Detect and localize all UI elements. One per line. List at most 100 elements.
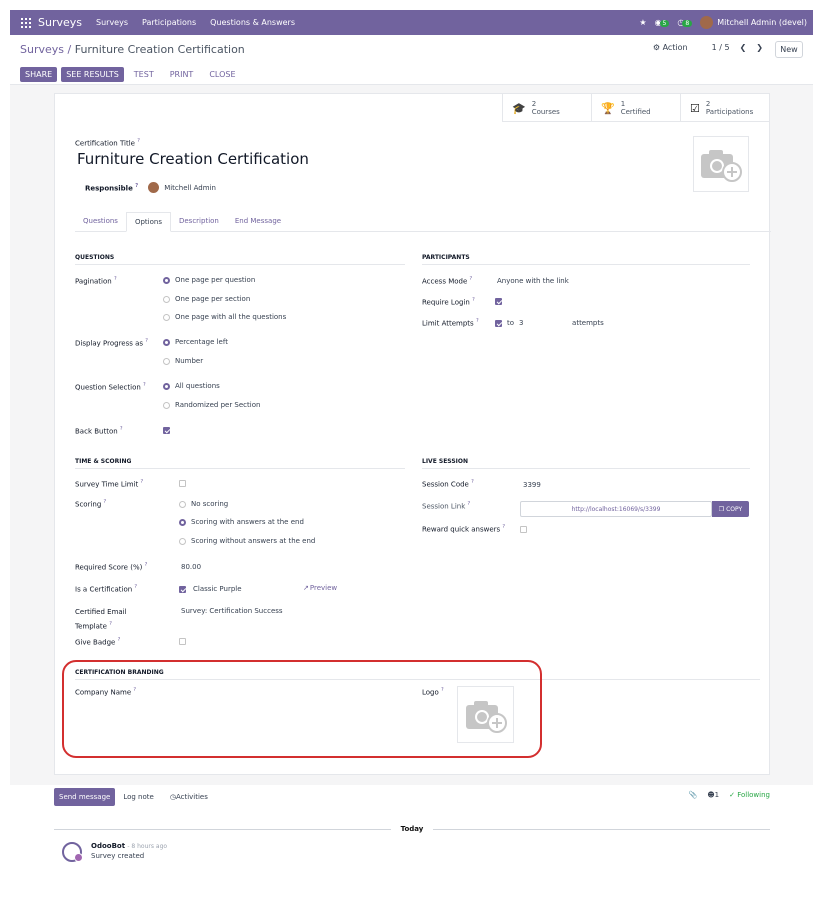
odoobot-avatar	[62, 842, 83, 862]
title-input[interactable]: Furniture Creation Certification	[77, 150, 309, 168]
messages-count: 5	[659, 20, 670, 27]
see-results-button[interactable]: SEE RESULTS	[61, 67, 124, 82]
session-link-field[interactable]: http://localhost:16069/s/3399	[520, 501, 712, 517]
tab-options[interactable]: Options	[125, 212, 171, 232]
pager-prev-icon[interactable]: ❮	[740, 43, 747, 52]
pagination-option-2[interactable]: One page per section	[163, 295, 250, 303]
responsible-value[interactable]: Mitchell Admin	[148, 182, 216, 193]
checkbox-checked-icon[interactable]	[495, 319, 502, 327]
breadcrumb-parent[interactable]: Surveys	[20, 43, 64, 56]
limit-count-input[interactable]: 3	[519, 319, 567, 327]
reward-checkbox[interactable]	[520, 526, 527, 533]
session-code-input[interactable]: 3399	[523, 481, 541, 489]
user-menu[interactable]: Mitchell Admin (devel)	[700, 16, 807, 29]
require-login-label: Require Login ?	[422, 297, 475, 307]
menu-surveys[interactable]: Surveys	[96, 18, 128, 27]
app-brand[interactable]: Surveys	[38, 16, 82, 29]
preview-link[interactable]: ↗ Preview	[303, 584, 337, 592]
activity-menu[interactable]: ◷8	[677, 18, 693, 27]
copy-button[interactable]: ❐ COPY	[712, 501, 749, 517]
survey-image[interactable]	[693, 136, 749, 192]
pager-value[interactable]: 1 / 5	[712, 43, 730, 52]
send-message-button[interactable]: Send message	[54, 788, 116, 806]
certification-label: Is a Certification ?	[75, 584, 138, 594]
following-button[interactable]: ✓ Following	[729, 791, 770, 799]
message-time: - 8 hours ago	[127, 843, 168, 850]
stat-courses[interactable]: 🎓 2 Courses	[502, 94, 591, 122]
time-limit-checkbox[interactable]	[179, 480, 186, 487]
stat-participations-value: 2	[705, 100, 711, 108]
stat-participations[interactable]: ☑ 2 Participations	[680, 94, 769, 122]
scoring-option-2[interactable]: Scoring with answers at the end	[179, 518, 304, 526]
selection-option-2[interactable]: Randomized per Section	[163, 401, 260, 409]
activities-button[interactable]: ◷Activities	[162, 788, 216, 806]
close-button[interactable]: CLOSE	[203, 67, 241, 82]
scoring-option-3[interactable]: Scoring without answers at the end	[179, 537, 315, 545]
limit-suffix-label: attempts	[572, 319, 604, 327]
radio-icon	[163, 313, 170, 321]
pager-next-icon[interactable]: ❯	[756, 43, 763, 52]
action-menu[interactable]: ⚙ Action	[653, 43, 688, 52]
radio-icon	[179, 500, 186, 508]
pagination-option-3[interactable]: One page with all the questions	[163, 313, 286, 321]
today-separator: Today	[54, 824, 770, 834]
participants-header: PARTICIPANTS	[422, 254, 750, 265]
menu-participations[interactable]: Participations	[142, 18, 196, 27]
required-score-input[interactable]: 80.00	[181, 563, 201, 571]
activities-count: 8	[682, 20, 693, 27]
email-template-select[interactable]: Survey: Certification Success	[181, 607, 283, 615]
progress-label: Display Progress as ?	[75, 338, 148, 348]
checkbox-icon	[179, 480, 186, 487]
progress-option-2[interactable]: Number	[163, 357, 203, 365]
give-badge-checkbox[interactable]	[179, 638, 186, 645]
give-badge-label: Give Badge ?	[75, 637, 121, 647]
paperclip-icon[interactable]: 📎	[689, 791, 698, 799]
new-button[interactable]: New	[775, 41, 803, 58]
back-button-label: Back Button ?	[75, 426, 123, 436]
access-mode-select[interactable]: Anyone with the link	[497, 277, 569, 285]
stat-certified[interactable]: 🏆 1 Certified	[591, 94, 680, 122]
responsible-label: Responsible ?	[85, 182, 139, 193]
pagination-option-1[interactable]: One page per question	[163, 276, 255, 284]
time-limit-label: Survey Time Limit ?	[75, 479, 144, 489]
checkbox-checked-icon[interactable]	[179, 585, 186, 593]
certification-layout-select[interactable]: Classic Purple	[193, 585, 242, 593]
checkbox-icon: ☑	[690, 101, 700, 115]
session-code-label: Session Code ?	[422, 479, 474, 489]
followers-button[interactable]: ☻1	[707, 791, 719, 799]
action-label: Action	[662, 43, 688, 52]
share-button[interactable]: SHARE	[20, 67, 58, 82]
scoring-option-1[interactable]: No scoring	[179, 500, 228, 508]
log-note-button[interactable]: Log note	[115, 788, 162, 806]
message-author[interactable]: OdooBot	[91, 842, 125, 850]
apps-menu-icon[interactable]	[21, 17, 31, 28]
tab-end-message[interactable]: End Message	[227, 212, 289, 231]
breadcrumb-current: Furniture Creation Certification	[74, 43, 245, 56]
avatar	[148, 182, 160, 193]
print-button[interactable]: PRINT	[164, 67, 200, 82]
back-button-checkbox[interactable]	[163, 427, 170, 434]
stat-participations-label: Participations	[705, 108, 754, 116]
limit-attempts-label: Limit Attempts ?	[422, 318, 479, 328]
tab-description[interactable]: Description	[171, 212, 227, 231]
test-button[interactable]: TEST	[128, 67, 160, 82]
stat-buttons: 🎓 2 Courses 🏆 1 Certified ☑ 2 Participation…	[502, 94, 769, 122]
tab-questions[interactable]: Questions	[75, 212, 126, 231]
bug-icon[interactable]: ★	[639, 18, 646, 27]
selection-option-1[interactable]: All questions	[163, 382, 220, 390]
reward-label: Reward quick answers ?	[422, 524, 506, 534]
menu-questions-answers[interactable]: Questions & Answers	[210, 18, 295, 27]
checkbox-icon	[520, 526, 527, 533]
require-login-checkbox[interactable]	[495, 298, 502, 305]
radio-selected-icon	[163, 382, 170, 390]
pager: ⚙ Action 1 / 5 ❮ ❯	[653, 43, 763, 52]
limit-attempts-field: to 3 attempts	[495, 319, 604, 327]
scoring-label: Scoring ?	[75, 499, 107, 509]
radio-icon	[179, 537, 186, 545]
live-session-header: LIVE SESSION	[422, 458, 750, 469]
messaging-menu[interactable]: ◉5	[655, 18, 670, 27]
form-tabs: Questions Options Description End Messag…	[75, 212, 771, 232]
chatter-topbar: Send message Log note ◷Activities 📎 ☻1 ✓…	[54, 786, 770, 808]
progress-option-1[interactable]: Percentage left	[163, 338, 228, 346]
radio-icon	[163, 295, 170, 303]
